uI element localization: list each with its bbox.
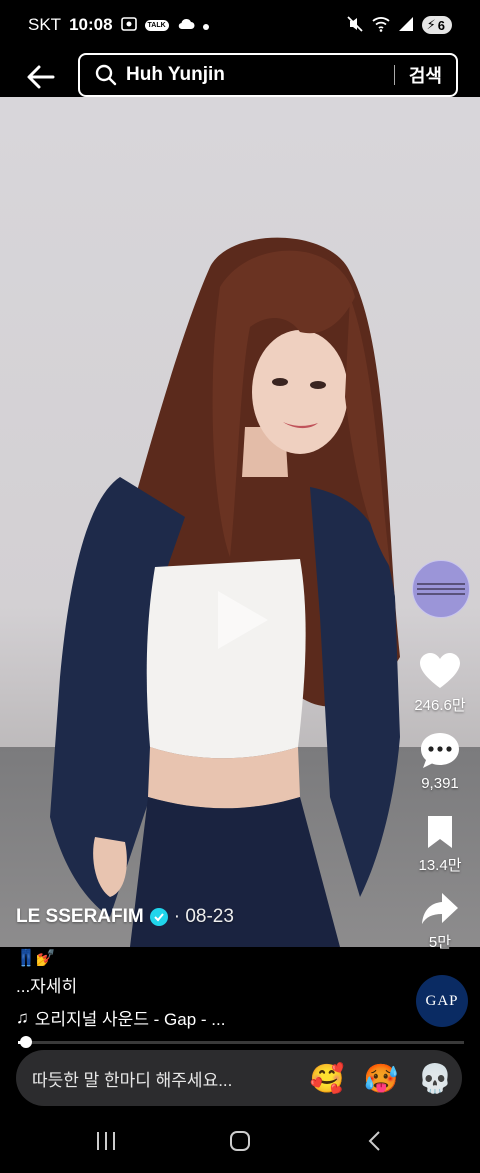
- status-right: ⚡ 6: [346, 15, 452, 35]
- heart-icon: [420, 653, 460, 688]
- comment-icon: [421, 733, 459, 768]
- caption-more-link[interactable]: ...자세히: [16, 972, 77, 997]
- carrier-label: SKT: [28, 15, 62, 34]
- music-title: 오리지널 사운드 - Gap - ...: [34, 1010, 226, 1029]
- author-row[interactable]: LE SSERAFIM · 08-23: [16, 906, 234, 928]
- screenshot-icon: [120, 17, 137, 33]
- home-button[interactable]: [229, 1130, 251, 1157]
- save-button[interactable]: 13.4만: [400, 814, 480, 875]
- wifi-icon: [372, 16, 390, 34]
- recents-button[interactable]: [95, 1130, 117, 1157]
- system-nav-bar: [0, 1110, 480, 1173]
- comment-count: 9,391: [421, 775, 459, 792]
- search-submit-button[interactable]: 검색: [409, 62, 442, 88]
- save-count: 13.4만: [418, 857, 462, 874]
- share-count: 5만: [428, 934, 452, 951]
- share-button[interactable]: 5만: [400, 891, 480, 952]
- search-bar[interactable]: Huh Yunjin 검색: [78, 53, 458, 97]
- video-progress-handle[interactable]: [20, 1036, 32, 1048]
- battery-bolt-icon: ⚡: [426, 17, 436, 32]
- battery-level: 6: [437, 17, 445, 33]
- home-icon: [230, 1131, 250, 1151]
- disc-art-line: [417, 593, 465, 595]
- disc-art-line: [417, 588, 465, 590]
- video-progress-track[interactable]: [18, 1041, 464, 1044]
- reaction-hot-face[interactable]: 🥵: [354, 1062, 408, 1095]
- music-disc-button[interactable]: [412, 560, 470, 618]
- signal-icon: [398, 16, 414, 34]
- status-bar: SKT 10:08 TALK ⚡ 6: [0, 0, 480, 50]
- recents-icon: [97, 1132, 115, 1150]
- search-divider: [393, 65, 395, 85]
- kakaotalk-icon: TALK: [144, 19, 169, 31]
- cloud-icon: [177, 18, 195, 32]
- reaction-skull[interactable]: 💀: [408, 1062, 462, 1095]
- search-input[interactable]: Huh Yunjin: [126, 64, 394, 86]
- comment-button[interactable]: 9,391: [400, 731, 480, 792]
- share-icon: [422, 893, 458, 924]
- nav-back-icon: [368, 1131, 380, 1151]
- author-name[interactable]: LE SSERAFIM: [16, 906, 144, 928]
- mute-icon: [346, 15, 364, 35]
- nav-back-button[interactable]: [366, 1130, 384, 1157]
- disc-art-line: [417, 583, 465, 585]
- post-date: · 08-23: [173, 906, 234, 927]
- like-count: 246.6만: [414, 697, 466, 714]
- top-bar: Huh Yunjin 검색: [0, 50, 480, 100]
- back-arrow-icon: [27, 65, 55, 89]
- bookmark-icon: [428, 816, 452, 848]
- comment-input[interactable]: 따듯한 말 한마디 해주세요...: [32, 1066, 300, 1091]
- search-icon: [95, 64, 117, 86]
- music-note-icon: ♫: [16, 1007, 29, 1027]
- like-button[interactable]: 246.6만: [400, 652, 480, 715]
- play-button[interactable]: [212, 587, 272, 653]
- battery-indicator: ⚡ 6: [421, 16, 452, 34]
- music-info[interactable]: ♫ 오리지널 사운드 - Gap - ...: [16, 1005, 225, 1030]
- play-icon: [218, 591, 268, 649]
- reaction-smiling-hearts[interactable]: 🥰: [300, 1062, 354, 1095]
- verified-icon: [149, 908, 168, 926]
- sponsor-logo[interactable]: GAP: [416, 975, 468, 1027]
- back-button[interactable]: [24, 60, 58, 94]
- dot-icon: [202, 19, 209, 32]
- comment-bar[interactable]: 따듯한 말 한마디 해주세요... 🥰 🥵 💀: [16, 1050, 462, 1106]
- caption-emoji: 👖💅: [16, 950, 56, 967]
- status-left: SKT 10:08 TALK: [28, 15, 209, 35]
- clock: 10:08: [69, 15, 113, 34]
